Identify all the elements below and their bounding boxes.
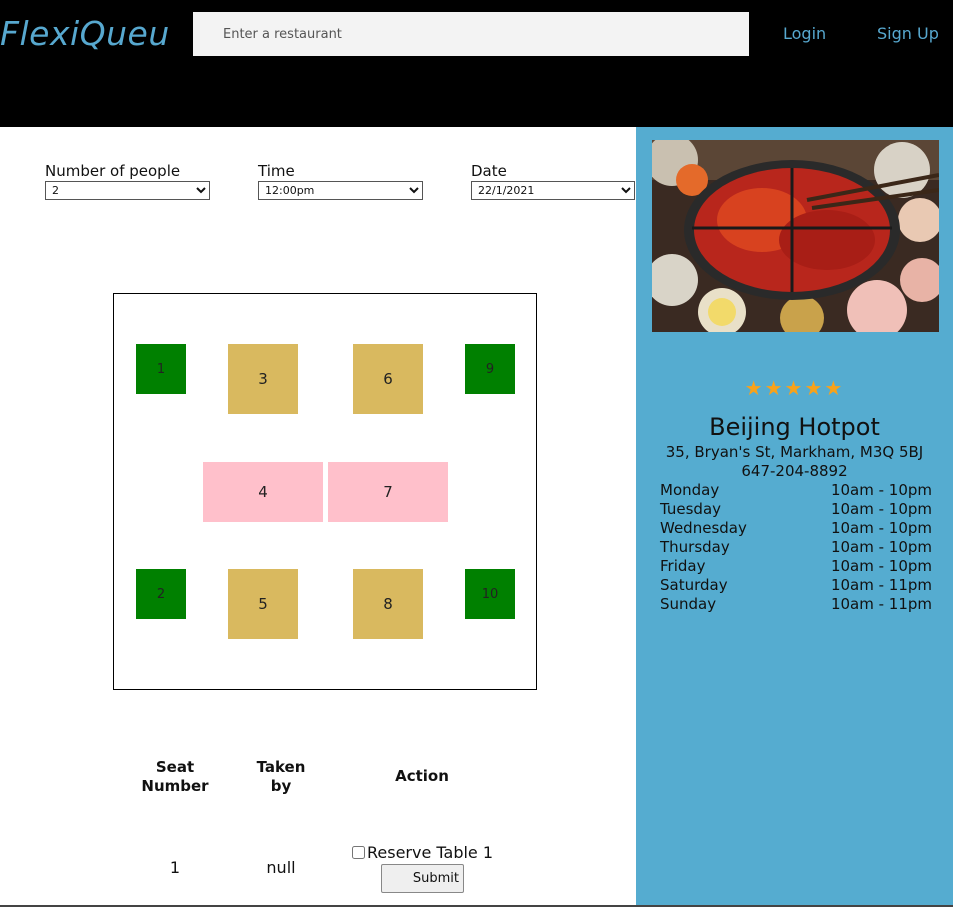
reserve-table-label: Reserve Table 1 <box>367 843 494 862</box>
time-select[interactable]: 12:00pm <box>258 181 423 200</box>
hours-row: Monday 10am - 10pm <box>660 481 932 500</box>
restaurant-phone: 647-204-8892 <box>741 462 848 480</box>
table-7[interactable]: 7 <box>328 462 448 522</box>
hours-row: Friday 10am - 10pm <box>660 557 932 576</box>
seat-number-cell: 1 <box>169 858 181 877</box>
hours-time: 10am - 10pm <box>830 500 932 518</box>
submit-button[interactable]: Submit <box>381 864 464 893</box>
hours-row: Sunday 10am - 11pm <box>660 595 932 614</box>
opening-hours: Monday 10am - 10pm Tuesday 10am - 10pm Wed… <box>660 481 932 614</box>
hours-row: Tuesday 10am - 10pm <box>660 500 932 519</box>
table-5[interactable]: 5 <box>228 569 298 639</box>
seat-number-header: Seat Number <box>141 758 209 795</box>
hours-day: Monday <box>660 481 720 499</box>
people-filter: Number of people 2 <box>45 161 210 200</box>
table-1[interactable]: 1 <box>136 344 186 394</box>
restaurant-photo <box>652 140 939 332</box>
table-3[interactable]: 3 <box>228 344 298 414</box>
restaurant-address: 35, Bryan's St, Markham, M3Q 5BJ <box>665 443 924 461</box>
hours-row: Wednesday 10am - 10pm <box>660 519 932 538</box>
hours-row: Saturday 10am - 11pm <box>660 576 932 595</box>
signup-link[interactable]: Sign Up <box>877 24 939 43</box>
table-9[interactable]: 9 <box>465 344 515 394</box>
table-10[interactable]: 10 <box>465 569 515 619</box>
date-label: Date <box>471 162 507 180</box>
date-select[interactable]: 22/1/2021 <box>471 181 635 200</box>
hours-day: Thursday <box>660 538 730 556</box>
people-label: Number of people <box>45 162 181 180</box>
hours-time: 10am - 10pm <box>830 481 932 499</box>
hours-time: 10am - 10pm <box>830 557 932 575</box>
table-2[interactable]: 2 <box>136 569 186 619</box>
brand-logo[interactable]: FlexiQueu <box>0 14 170 53</box>
hours-row: Thursday 10am - 10pm <box>660 538 932 557</box>
hours-day: Saturday <box>660 576 728 594</box>
hours-time: 10am - 10pm <box>830 538 932 556</box>
reserve-table-checkbox[interactable] <box>352 846 365 859</box>
date-filter: Date 22/1/2021 <box>471 161 635 200</box>
taken-by-cell: null <box>266 858 296 877</box>
table-8[interactable]: 8 <box>353 569 423 639</box>
hours-day: Wednesday <box>660 519 747 537</box>
table-6[interactable]: 6 <box>353 344 423 414</box>
people-select[interactable]: 2 <box>45 181 210 200</box>
floor-plan: 1 2 3 4 5 6 7 8 9 10 <box>113 293 537 690</box>
hours-day: Friday <box>660 557 706 575</box>
rating-stars-icon: ★★★★★ <box>744 376 845 400</box>
reserve-table-option[interactable]: Reserve Table 1 <box>352 843 493 862</box>
hours-time: 10am - 11pm <box>830 595 932 613</box>
restaurant-search-input[interactable] <box>193 12 749 56</box>
time-label: Time <box>258 162 295 180</box>
hours-time: 10am - 11pm <box>830 576 932 594</box>
login-link[interactable]: Login <box>783 24 826 43</box>
top-navbar: FlexiQueu Login Sign Up <box>0 0 953 127</box>
table-4[interactable]: 4 <box>203 462 323 522</box>
restaurant-sidebar: ★★★★★ Beijing Hotpot 35, Bryan's St, Mar… <box>636 127 953 905</box>
hours-day: Tuesday <box>660 500 722 518</box>
time-filter: Time 12:00pm <box>258 161 423 200</box>
taken-by-header: Taken by <box>256 758 306 795</box>
hours-time: 10am - 10pm <box>830 519 932 537</box>
action-header: Action <box>395 767 449 785</box>
hours-day: Sunday <box>660 595 717 613</box>
restaurant-name: Beijing Hotpot <box>709 413 880 441</box>
